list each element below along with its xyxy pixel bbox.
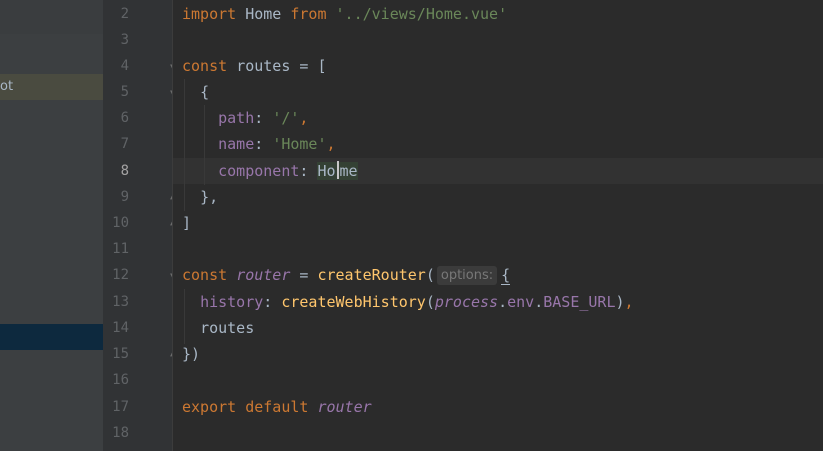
sidebar-item-selected[interactable] [0,324,103,350]
sidebar-item-label: ot [0,79,14,94]
code-line-5: { [200,83,210,101]
code-line-14: routes [200,319,255,337]
sidebar-item-root[interactable]: ot [0,74,103,100]
line-number: 7 [120,136,129,152]
line-number: 17 [112,399,129,415]
parameter-hint: options: [436,266,498,285]
line-number: 13 [112,294,129,310]
line-number: 12 [112,267,129,283]
line-number: 18 [112,425,129,441]
line-number-gutter: 2 3 4 5 6 7 8 9 10 11 12 13 14 15 16 17 … [103,0,175,451]
line-number: 15 [112,346,129,362]
code-line-12: const router = createRouter(options:{ [182,266,511,285]
line-number: 14 [112,320,129,336]
code-line-7: name: 'Home', [218,135,336,153]
code-line-9: }, [200,188,219,206]
project-sidebar: ot [0,0,103,451]
code-line-13: history: createWebHistory(process.env.BA… [200,293,634,311]
code-line-8: component: Ho me [218,161,358,180]
line-number: 10 [112,215,129,231]
line-number: 5 [120,84,129,100]
code-line-17: export default router [182,398,372,416]
text-cursor [336,161,339,179]
line-number: 16 [112,372,129,388]
code-editor[interactable]: import Home from '../views/Home.vue' con… [173,0,823,451]
line-number: 9 [120,189,129,205]
code-line-10: ] [182,214,192,232]
line-number: 11 [112,241,129,257]
sidebar-header [0,0,103,34]
line-number: 6 [120,110,129,126]
code-line-15: }) [182,345,201,363]
line-number: 4 [120,58,129,74]
line-number-current: 8 [120,163,129,179]
code-line-6: path: '/', [218,109,309,127]
line-number: 3 [120,32,129,48]
code-line-4: const routes = [ [182,57,327,75]
code-line-2: import Home from '../views/Home.vue' [182,5,508,23]
line-number: 2 [120,6,129,22]
